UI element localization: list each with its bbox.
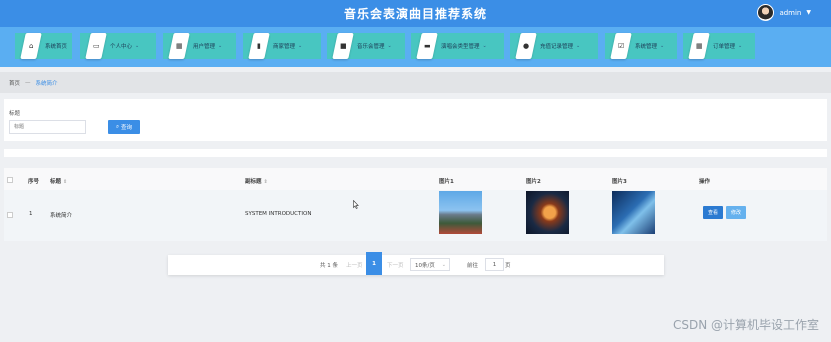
column-header-image1: 图片1 <box>439 179 454 185</box>
image3-thumbnail[interactable] <box>612 191 655 234</box>
nav-label: 充值记录管理 <box>540 44 574 50</box>
breadcrumb: 首页 — 系统简介 <box>0 72 831 93</box>
search-button-label: 查询 <box>121 125 133 131</box>
user-menu[interactable]: admin ▼ <box>757 4 811 21</box>
table-header: 序号 标题 ⇕ 副标题 ⇕ 图片1 图片2 图片3 操作 <box>4 168 827 190</box>
chevron-down-icon: ⌄ <box>576 43 581 49</box>
column-header-subtitle[interactable]: 副标题 ⇕ <box>245 177 268 185</box>
book-icon: ▮ <box>248 33 270 59</box>
column-header-index: 序号 <box>28 179 40 185</box>
avatar[interactable] <box>757 4 775 21</box>
toolbar-strip <box>4 149 827 157</box>
user-icon: ● <box>515 33 537 59</box>
chevron-down-icon: ⌄ <box>218 43 223 49</box>
nav-item-concert-types[interactable]: ▬ 演唱会类型管理 ⌄ <box>411 33 504 59</box>
nav-item-recharge[interactable]: ● 充值记录管理 ⌄ <box>510 33 598 59</box>
nav-item-concerts[interactable]: ■ 音乐会管理 ⌄ <box>327 33 405 59</box>
nav-label: 系统管理 <box>635 44 658 50</box>
top-header: 音乐会表演曲目推荐系统 admin ▼ <box>0 0 831 27</box>
chevron-down-icon: ⌄ <box>482 43 487 49</box>
film-icon: ■ <box>332 33 354 59</box>
pagination: 共 1 条 上一页 1 下一页 10条/页 ⌄ 前往 1 页 <box>168 252 664 275</box>
nav-item-home[interactable]: ⌂ 系统首页 <box>15 33 72 59</box>
nav-label: 音乐会管理 <box>357 44 385 50</box>
search-button[interactable]: ⌕ 查询 <box>108 120 140 134</box>
page-size-value: 10条/页 <box>415 262 435 269</box>
nav-label: 系统首页 <box>45 44 68 50</box>
nav-label: 演唱会类型管理 <box>441 44 480 50</box>
nav-label: 商家管理 <box>273 44 296 50</box>
breadcrumb-current: 系统简介 <box>35 80 58 87</box>
chevron-down-icon: ⌄ <box>387 43 392 49</box>
chevron-down-icon: ⌄ <box>738 43 743 49</box>
column-header-title-label: 标题 <box>50 179 62 185</box>
next-page-button[interactable]: 下一页 <box>387 261 404 269</box>
app-title: 音乐会表演曲目推荐系统 <box>343 7 487 21</box>
nav-item-merchants[interactable]: ▮ 商家管理 ⌄ <box>243 33 321 59</box>
select-all-checkbox[interactable] <box>7 177 13 183</box>
grid-icon: ▦ <box>688 33 710 59</box>
column-header-title[interactable]: 标题 ⇕ <box>50 177 67 185</box>
nav-item-users[interactable]: ▦ 用户管理 ⌄ <box>163 33 236 59</box>
page-size-select[interactable]: 10条/页 ⌄ <box>410 258 450 271</box>
nav-item-orders[interactable]: ▦ 订单管理 ⌄ <box>683 33 755 59</box>
image2-thumbnail[interactable] <box>526 191 569 234</box>
data-table: 序号 标题 ⇕ 副标题 ⇕ 图片1 图片2 图片3 操作 1 系统简介 SYSTEM… <box>4 168 827 241</box>
search-label: 标题 <box>9 111 21 117</box>
prev-page-button[interactable]: 上一页 <box>346 261 363 269</box>
view-button[interactable]: 查看 <box>703 206 723 219</box>
goto-prefix: 前往 <box>467 263 479 269</box>
column-header-image3: 图片3 <box>612 179 627 185</box>
page-1-button[interactable]: 1 <box>366 252 382 275</box>
check-square-icon: ☑ <box>610 33 632 59</box>
row-checkbox[interactable] <box>7 212 13 218</box>
row-index: 1 <box>29 211 33 217</box>
nav-label: 个人中心 <box>110 44 133 50</box>
breadcrumb-separator: — <box>25 79 31 86</box>
grid-icon: ▦ <box>168 33 190 59</box>
nav-item-profile[interactable]: ▭ 个人中心 ⌄ <box>80 33 156 59</box>
column-header-actions: 操作 <box>699 179 711 185</box>
nav-label: 用户管理 <box>193 44 216 50</box>
top-nav: ⌂ 系统首页 ▭ 个人中心 ⌄ ▦ 用户管理 ⌄ ▮ 商家管理 ⌄ ■ 音乐会管… <box>0 27 831 67</box>
edit-button[interactable]: 修改 <box>726 206 746 219</box>
nav-item-system[interactable]: ☑ 系统管理 ⌄ <box>605 33 677 59</box>
row-subtitle: SYSTEM INTRODUCTION <box>245 211 312 217</box>
username[interactable]: admin <box>779 9 801 17</box>
goto-suffix: 页 <box>505 263 511 269</box>
sort-icon[interactable]: ⇕ <box>63 179 67 185</box>
title-search-input[interactable] <box>9 120 86 134</box>
caret-down-icon[interactable]: ▼ <box>806 9 811 16</box>
chevron-down-icon: ⌄ <box>298 43 303 49</box>
column-header-image2: 图片2 <box>526 179 541 185</box>
chevron-down-icon: ⌄ <box>660 43 665 49</box>
row-title: 系统简介 <box>50 213 73 219</box>
breadcrumb-home[interactable]: 首页 <box>9 79 20 87</box>
home-icon: ⌂ <box>20 33 42 59</box>
column-header-subtitle-label: 副标题 <box>245 179 262 185</box>
mouse-cursor-icon <box>353 200 359 209</box>
sort-icon[interactable]: ⇕ <box>264 179 268 185</box>
monitor-icon: ▬ <box>416 33 438 59</box>
image1-thumbnail[interactable] <box>439 191 482 234</box>
id-card-icon: ▭ <box>85 33 107 59</box>
chevron-down-icon: ⌄ <box>135 43 140 49</box>
nav-label: 订单管理 <box>713 44 736 50</box>
search-icon: ⌕ <box>115 123 120 130</box>
search-panel: 标题 ⌕ 查询 <box>4 99 827 141</box>
pagination-total: 共 1 条 <box>320 263 338 269</box>
goto-page-input[interactable]: 1 <box>485 258 504 271</box>
chevron-down-icon: ⌄ <box>441 261 446 268</box>
watermark: CSDN @计算机毕设工作室 <box>672 318 819 332</box>
